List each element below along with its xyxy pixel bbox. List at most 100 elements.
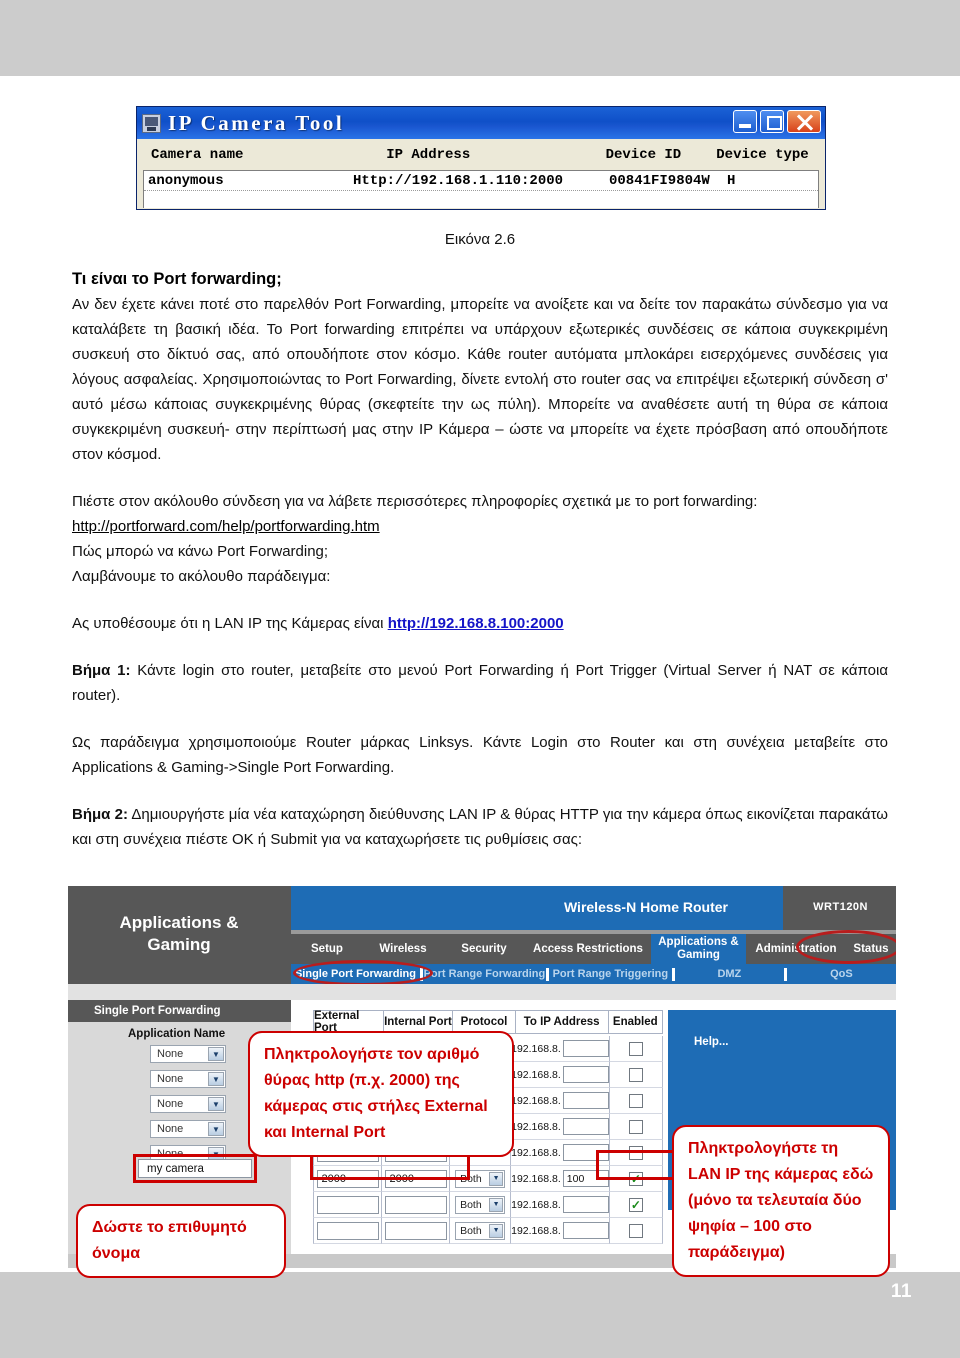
enabled-checkbox[interactable] xyxy=(628,1041,643,1056)
chevron-down-icon[interactable]: ▼ xyxy=(208,1072,224,1086)
cell-protocol[interactable]: Both ▼ xyxy=(449,1218,511,1244)
internal-port-input[interactable] xyxy=(384,1195,447,1214)
figure-caption: Εικόνα 2.6 xyxy=(444,231,516,248)
step2-label: Βήμα 2: xyxy=(72,806,128,823)
cell-internal-port[interactable] xyxy=(381,1192,450,1218)
cell-enabled[interactable] xyxy=(608,1218,663,1244)
chevron-down-icon[interactable]: ▼ xyxy=(208,1122,224,1136)
application-select-3[interactable]: None ▼ xyxy=(150,1095,226,1113)
line-example: Λαμβάνουμε το ακόλουθο παράδειγμα: xyxy=(72,568,331,585)
step1-text: Κάντε login στο router, μεταβείτε στο με… xyxy=(72,662,888,704)
router-nav-applications-gaming-line1: Applications & xyxy=(658,936,739,948)
callout-ports: Πληκτρολογήστε τον αριθμό θύρας http (π.… xyxy=(248,1031,514,1157)
close-icon[interactable] xyxy=(787,110,821,133)
application-select-4[interactable]: None ▼ xyxy=(150,1120,226,1138)
cell-to-ip-address[interactable]: 192.168.8. xyxy=(510,1218,609,1244)
camera-list-header: Camera name IP Address Device ID Device … xyxy=(137,139,825,170)
enabled-checkbox[interactable]: ✓ xyxy=(628,1197,643,1212)
protocol-select[interactable]: Both ▼ xyxy=(455,1221,506,1240)
application-select-2-value: None xyxy=(157,1073,184,1085)
ip-prefix: 192.168.8. xyxy=(511,1224,561,1237)
chevron-down-icon[interactable]: ▼ xyxy=(208,1047,224,1061)
router-nav-access-restrictions[interactable]: Access Restrictions xyxy=(525,943,651,955)
ip-last-octet-input[interactable] xyxy=(562,1066,609,1083)
application-name-input[interactable]: my camera xyxy=(138,1159,252,1178)
camera-lan-ip-link[interactable]: http://192.168.8.100:2000 xyxy=(388,615,564,632)
annotation-ellipse-applications-gaming xyxy=(796,930,896,964)
chevron-down-icon[interactable]: ▼ xyxy=(489,1197,504,1212)
cell-camera-name: anonymous xyxy=(148,172,224,189)
router-model: WRT120N xyxy=(813,901,868,913)
window-titlebar: IP Camera Tool xyxy=(137,107,825,139)
router-left-panel-title: Single Port Forwarding xyxy=(68,1000,291,1022)
page-footer-band xyxy=(0,1272,960,1358)
router-gray-band xyxy=(68,984,896,1000)
protocol-select-value: Both xyxy=(460,1198,482,1211)
maximize-icon[interactable] xyxy=(760,110,784,133)
router-nav-applications-gaming[interactable]: Applications & Gaming xyxy=(651,934,746,964)
column-header-to-ip-address: To IP Address xyxy=(514,1010,608,1034)
minimize-icon[interactable] xyxy=(733,110,757,133)
router-nav-security[interactable]: Security xyxy=(443,943,525,955)
router-section-title-line2: Gaming xyxy=(147,935,211,954)
router-subnav-port-range-forwarding[interactable]: Port Range Forwarding xyxy=(423,968,546,980)
router-nav-wireless[interactable]: Wireless xyxy=(363,943,443,955)
router-subnav-dmz[interactable]: DMZ xyxy=(675,968,784,980)
cell-external-port[interactable] xyxy=(313,1192,382,1218)
external-port-input[interactable] xyxy=(316,1221,379,1240)
portforward-link[interactable]: http://portforward.com/help/portforwardi… xyxy=(72,518,380,535)
cell-internal-port[interactable] xyxy=(381,1218,450,1244)
ip-prefix: 192.168.8. xyxy=(511,1172,561,1185)
ip-last-octet-input[interactable] xyxy=(562,1222,609,1239)
router-section-title: Applications & Gaming xyxy=(68,912,290,956)
cell-protocol[interactable]: Both ▼ xyxy=(449,1192,511,1218)
ip-prefix: 192.168.8. xyxy=(511,1068,561,1081)
cell-to-ip-address[interactable]: 192.168.8. xyxy=(510,1140,609,1166)
cell-enabled[interactable] xyxy=(608,1062,663,1088)
window-title: IP Camera Tool xyxy=(168,110,345,135)
internal-port-input[interactable] xyxy=(384,1221,447,1240)
cell-to-ip-address[interactable]: 192.168.8. xyxy=(510,1036,609,1062)
table-row[interactable]: anonymous Http://192.168.1.110:2000 0084… xyxy=(144,171,818,191)
cell-to-ip-address[interactable]: 192.168.8. xyxy=(510,1062,609,1088)
external-port-input[interactable] xyxy=(316,1195,379,1214)
enabled-checkbox[interactable] xyxy=(628,1093,643,1108)
cell-to-ip-address[interactable]: 192.168.8. xyxy=(510,1192,609,1218)
ip-last-octet-input[interactable] xyxy=(562,1040,609,1057)
protocol-select[interactable]: Both ▼ xyxy=(455,1195,506,1214)
application-select-2[interactable]: None ▼ xyxy=(150,1070,226,1088)
ip-prefix: 192.168.8. xyxy=(511,1042,561,1055)
cell-to-ip-address[interactable]: 192.168.8. xyxy=(510,1114,609,1140)
page-header-band xyxy=(0,0,960,76)
column-header-enabled: Enabled xyxy=(607,1010,664,1034)
application-name-highlight: my camera xyxy=(133,1154,257,1183)
application-select-1[interactable]: None ▼ xyxy=(150,1045,226,1063)
cell-external-port[interactable] xyxy=(313,1218,382,1244)
ip-last-octet-input[interactable] xyxy=(562,1196,609,1213)
cell-ip-address: Http://192.168.1.110:2000 xyxy=(353,172,564,189)
enabled-checkbox[interactable] xyxy=(628,1067,643,1082)
router-nav-applications-gaming-line2: Gaming xyxy=(677,949,720,961)
chevron-down-icon[interactable]: ▼ xyxy=(489,1171,504,1186)
camera-list[interactable]: anonymous Http://192.168.1.110:2000 0084… xyxy=(143,170,819,208)
enabled-checkbox[interactable] xyxy=(628,1223,643,1238)
cell-to-ip-address[interactable]: 192.168.8. 100 xyxy=(510,1166,609,1192)
cell-enabled[interactable]: ✓ xyxy=(608,1192,663,1218)
router-nav-setup[interactable]: Setup xyxy=(291,943,363,955)
table-row: Both ▼ 192.168.8. ✓ xyxy=(313,1192,663,1218)
ip-last-octet-input[interactable] xyxy=(562,1118,609,1135)
chevron-down-icon[interactable]: ▼ xyxy=(208,1097,224,1111)
paragraph-intro: Αν δεν έχετε κάνει ποτέ στο παρελθόν Por… xyxy=(72,296,888,463)
body-content: Τι είναι το Port forwarding; Αν δεν έχετ… xyxy=(72,270,888,852)
cell-to-ip-address[interactable]: 192.168.8. xyxy=(510,1088,609,1114)
cell-enabled[interactable] xyxy=(608,1036,663,1062)
ip-last-octet-input[interactable] xyxy=(562,1092,609,1109)
router-subnav-qos[interactable]: QoS xyxy=(787,968,896,980)
enabled-checkbox[interactable] xyxy=(628,1119,643,1134)
page-number: 11 xyxy=(890,1281,912,1302)
cell-enabled[interactable] xyxy=(608,1114,663,1140)
router-subnav-port-range-triggering[interactable]: Port Range Triggering xyxy=(549,968,672,980)
help-link[interactable]: Help... xyxy=(694,1036,729,1048)
cell-enabled[interactable] xyxy=(608,1088,663,1114)
chevron-down-icon[interactable]: ▼ xyxy=(489,1223,504,1238)
